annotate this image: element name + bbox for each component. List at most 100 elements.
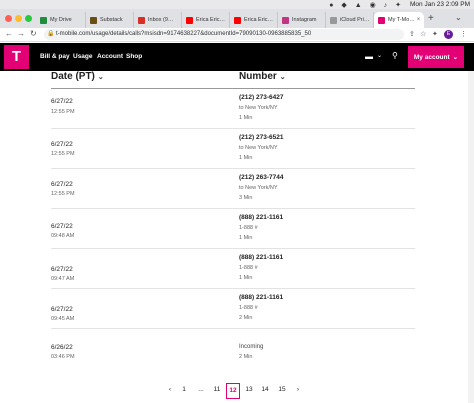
- sort-chevron-icon: ⌄: [279, 74, 286, 81]
- page-link[interactable]: 13: [242, 386, 256, 393]
- call-time: 12:55 PM: [51, 109, 75, 115]
- number-column-header[interactable]: Number ⌄: [239, 71, 286, 82]
- system-menu-bar: ● ◆ ▲ ◉ ♪ ✦ Mon Jan 23 2:09 PM: [0, 0, 474, 9]
- table-row: 6/27/22 09:48 AM (888) 221-1161 1-888 # …: [51, 209, 415, 249]
- substack-icon: [90, 16, 97, 24]
- extensions-icon[interactable]: ✦: [432, 30, 438, 38]
- my-account-button[interactable]: My account ⌄: [408, 46, 464, 68]
- instagram-icon: [282, 16, 289, 24]
- gmail-icon: [138, 16, 145, 24]
- page-link[interactable]: 11: [210, 386, 224, 393]
- browser-menu-icon[interactable]: ⋮: [460, 30, 467, 38]
- back-icon[interactable]: ←: [5, 29, 13, 38]
- chat-icon[interactable]: ▬: [365, 52, 373, 61]
- table-row: 6/27/22 09:45 AM (888) 221-1161 1-888 # …: [51, 289, 415, 329]
- nav-usage[interactable]: Usage: [73, 53, 93, 60]
- table-row: 6/27/22 12:55 PM (212) 273-6521 to New Y…: [51, 129, 415, 169]
- share-icon[interactable]: ⇪: [409, 30, 415, 38]
- call-number: (888) 221-1161: [239, 294, 284, 301]
- call-number: (212) 263-7744: [239, 174, 284, 181]
- chevron-down-icon[interactable]: ⌄: [377, 52, 382, 59]
- call-time: 12:55 PM: [51, 191, 75, 197]
- table-row: 6/27/22 09:47 AM (888) 221-1161 1-888 # …: [51, 249, 415, 289]
- browser-tab-youtube-1[interactable]: Erica Eric…: [182, 12, 230, 28]
- call-duration: 3 Min: [239, 195, 253, 201]
- youtube-icon: [234, 16, 241, 24]
- call-time: 09:47 AM: [51, 276, 75, 282]
- zoom-window-button[interactable]: [25, 15, 32, 22]
- call-location: to New York/NY: [239, 105, 278, 111]
- address-url: t-mobile.com/usage/details/calls?msisdn=…: [56, 31, 312, 37]
- browser-tab-icloud[interactable]: iCloud Pri…: [326, 12, 374, 28]
- system-clock[interactable]: Mon Jan 23 2:09 PM: [410, 1, 470, 8]
- forward-icon[interactable]: →: [17, 29, 25, 38]
- call-duration: 2 Min: [239, 354, 253, 360]
- browser-tab-drive[interactable]: My Drive: [36, 12, 86, 28]
- reload-icon[interactable]: ↻: [30, 29, 37, 38]
- call-date: 6/27/22: [51, 223, 73, 230]
- call-time: 09:48 AM: [51, 233, 75, 239]
- call-duration: 1 Min: [239, 275, 253, 281]
- lock-icon: 🔒: [47, 31, 55, 37]
- new-tab-icon[interactable]: +: [428, 13, 434, 24]
- tmobile-icon: [378, 16, 385, 24]
- call-number: (212) 273-6521: [239, 134, 284, 141]
- tab-label: Substack: [100, 17, 123, 23]
- page-link-current[interactable]: 12: [226, 383, 240, 399]
- tab-label: Inbox (9…: [148, 17, 174, 23]
- call-time: 12:55 PM: [51, 151, 75, 157]
- page-link[interactable]: 14: [258, 386, 272, 393]
- browser-tab-youtube-2[interactable]: Erica Eric…: [230, 12, 278, 28]
- pagination: ‹ 1 ... 11 12 13 14 15 ›: [0, 383, 474, 401]
- date-column-header[interactable]: Date (PT) ⌄: [51, 71, 104, 82]
- sort-chevron-icon: ⌄: [97, 74, 104, 81]
- table-row: 6/26/22 03:46 PM Incoming 2 Min: [51, 329, 415, 367]
- page-link[interactable]: 15: [275, 386, 289, 393]
- search-icon[interactable]: ⚲: [392, 51, 398, 60]
- call-number: (212) 273-6427: [239, 94, 284, 101]
- page-scrollbar[interactable]: [468, 71, 474, 403]
- call-direction: Incoming: [239, 344, 264, 350]
- tab-label: Erica Eric…: [196, 17, 226, 23]
- tab-label: iCloud Pri…: [340, 17, 370, 23]
- call-duration: 2 Min: [239, 315, 253, 321]
- nav-account[interactable]: Account: [97, 53, 123, 60]
- minimize-window-button[interactable]: [15, 15, 22, 22]
- call-number: (888) 221-1161: [239, 214, 284, 221]
- call-date: 6/27/22: [51, 306, 73, 313]
- call-duration: 1 Min: [239, 235, 253, 241]
- tab-label: Instagram: [292, 17, 317, 23]
- call-date: 6/27/22: [51, 266, 73, 273]
- tab-label: My Drive: [50, 17, 72, 23]
- tab-search-chevron-icon[interactable]: ⌄: [455, 13, 462, 22]
- call-location: to New York/NY: [239, 185, 278, 191]
- call-location: 1-888 #: [239, 305, 258, 311]
- call-number: (888) 221-1161: [239, 254, 284, 261]
- page-link[interactable]: 1: [177, 386, 191, 393]
- tmobile-logo[interactable]: T: [4, 45, 29, 69]
- browser-tab-instagram[interactable]: Instagram: [278, 12, 326, 28]
- close-window-button[interactable]: [5, 15, 12, 22]
- browser-tab-substack[interactable]: Substack: [86, 12, 134, 28]
- address-bar[interactable]: 🔒 t-mobile.com/usage/details/calls?msisd…: [44, 29, 404, 40]
- browser-tab-tmobile[interactable]: My T-Mo… ×: [374, 12, 424, 28]
- call-location: 1-888 #: [239, 225, 258, 231]
- browser-tab-strip: My Drive Substack Inbox (9… Erica Eric… …: [0, 9, 474, 28]
- nav-bill-pay[interactable]: Bill & pay: [40, 53, 70, 60]
- next-page-icon[interactable]: ›: [291, 386, 305, 393]
- prev-page-icon[interactable]: ‹: [163, 386, 177, 393]
- tab-label: Erica Eric…: [244, 17, 274, 23]
- browser-tab-gmail[interactable]: Inbox (9…: [134, 12, 182, 28]
- table-row: 6/27/22 12:55 PM (212) 263-7744 to New Y…: [51, 169, 415, 209]
- tab-label: My T-Mo…: [388, 17, 415, 23]
- call-duration: 1 Min: [239, 115, 253, 121]
- table-row: 6/27/22 12:55 PM (212) 273-6427 to New Y…: [51, 89, 415, 129]
- call-duration: 1 Min: [239, 155, 253, 161]
- close-tab-icon[interactable]: ×: [415, 17, 421, 23]
- call-time: 09:45 AM: [51, 316, 75, 322]
- call-time: 03:46 PM: [51, 354, 75, 360]
- bookmark-star-icon[interactable]: ☆: [420, 30, 426, 38]
- status-icons[interactable]: ● ◆ ▲ ◉ ♪ ✦: [329, 1, 404, 9]
- profile-avatar[interactable]: E: [444, 30, 453, 39]
- nav-shop[interactable]: Shop: [126, 53, 142, 60]
